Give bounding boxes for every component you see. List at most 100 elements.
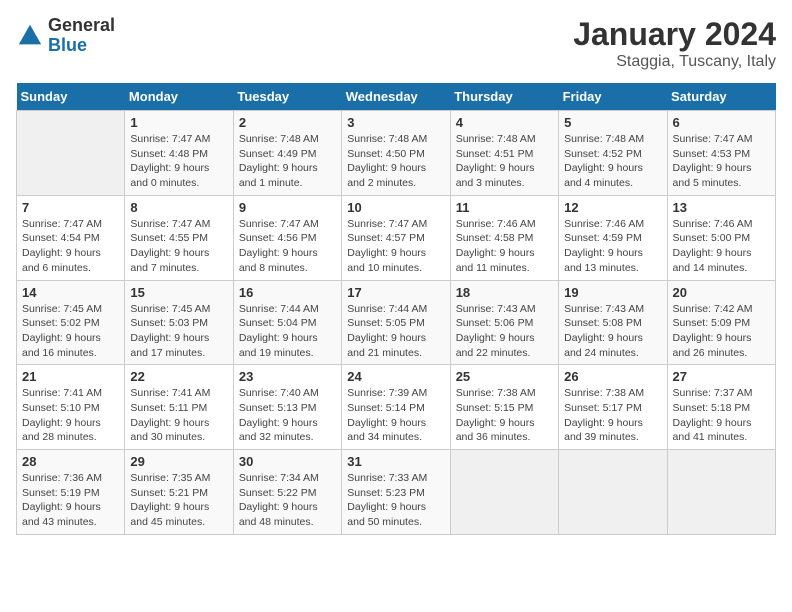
day-info: Sunrise: 7:47 AM Sunset: 4:54 PM Dayligh… bbox=[22, 217, 119, 276]
day-number: 7 bbox=[22, 200, 119, 215]
calendar-cell: 4 Sunrise: 7:48 AM Sunset: 4:51 PM Daylig… bbox=[450, 111, 558, 196]
day-info: Sunrise: 7:48 AM Sunset: 4:52 PM Dayligh… bbox=[564, 132, 661, 191]
logo: General Blue bbox=[16, 16, 115, 56]
day-number: 2 bbox=[239, 115, 336, 130]
calendar-cell: 5 Sunrise: 7:48 AM Sunset: 4:52 PM Daylig… bbox=[559, 111, 667, 196]
calendar-body: 1Sunrise: 7:47 AM Sunset: 4:48 PM Daylig… bbox=[17, 111, 776, 535]
week-row-4: 21Sunrise: 7:41 AM Sunset: 5:10 PM Dayli… bbox=[17, 365, 776, 450]
weekday-saturday: Saturday bbox=[667, 83, 775, 111]
day-number: 12 bbox=[564, 200, 661, 215]
calendar-cell: 22 Sunrise: 7:41 AM Sunset: 5:11 PM Dayli… bbox=[125, 365, 233, 450]
day-info: Sunrise: 7:46 AM Sunset: 5:00 PM Dayligh… bbox=[673, 217, 770, 276]
day-info: Sunrise: 7:39 AM Sunset: 5:14 PM Dayligh… bbox=[347, 386, 444, 445]
day-number: 5 bbox=[564, 115, 661, 130]
day-info: Sunrise: 7:45 AM Sunset: 5:02 PM Dayligh… bbox=[22, 302, 119, 361]
day-info: Sunrise: 7:43 AM Sunset: 5:08 PM Dayligh… bbox=[564, 302, 661, 361]
subtitle: Staggia, Tuscany, Italy bbox=[573, 53, 776, 71]
calendar-cell: 1Sunrise: 7:47 AM Sunset: 4:48 PM Daylig… bbox=[125, 111, 233, 196]
weekday-row: SundayMondayTuesdayWednesdayThursdayFrid… bbox=[17, 83, 776, 111]
day-number: 22 bbox=[130, 369, 227, 384]
calendar-cell: 11Sunrise: 7:46 AM Sunset: 4:58 PM Dayli… bbox=[450, 195, 558, 280]
logo-icon bbox=[16, 22, 44, 50]
calendar-cell: 25Sunrise: 7:38 AM Sunset: 5:15 PM Dayli… bbox=[450, 365, 558, 450]
calendar-cell: 31 Sunrise: 7:33 AM Sunset: 5:23 PM Dayli… bbox=[342, 450, 450, 535]
day-info: Sunrise: 7:35 AM Sunset: 5:21 PM Dayligh… bbox=[130, 471, 227, 530]
day-info: Sunrise: 7:40 AM Sunset: 5:13 PM Dayligh… bbox=[239, 386, 336, 445]
main-title: January 2024 bbox=[573, 16, 776, 53]
calendar-header: SundayMondayTuesdayWednesdayThursdayFrid… bbox=[17, 83, 776, 111]
day-info: Sunrise: 7:44 AM Sunset: 5:05 PM Dayligh… bbox=[347, 302, 444, 361]
calendar-cell: 9Sunrise: 7:47 AM Sunset: 4:56 PM Daylig… bbox=[233, 195, 341, 280]
day-info: Sunrise: 7:43 AM Sunset: 5:06 PM Dayligh… bbox=[456, 302, 553, 361]
day-number: 3 bbox=[347, 115, 444, 130]
weekday-friday: Friday bbox=[559, 83, 667, 111]
day-info: Sunrise: 7:46 AM Sunset: 4:58 PM Dayligh… bbox=[456, 217, 553, 276]
calendar-table: SundayMondayTuesdayWednesdayThursdayFrid… bbox=[16, 83, 776, 535]
day-info: Sunrise: 7:48 AM Sunset: 4:49 PM Dayligh… bbox=[239, 132, 336, 191]
weekday-sunday: Sunday bbox=[17, 83, 125, 111]
calendar-cell: 18 Sunrise: 7:43 AM Sunset: 5:06 PM Dayli… bbox=[450, 280, 558, 365]
day-number: 31 bbox=[347, 454, 444, 469]
week-row-5: 28Sunrise: 7:36 AM Sunset: 5:19 PM Dayli… bbox=[17, 450, 776, 535]
day-number: 29 bbox=[130, 454, 227, 469]
day-number: 14 bbox=[22, 285, 119, 300]
day-number: 28 bbox=[22, 454, 119, 469]
day-number: 10 bbox=[347, 200, 444, 215]
calendar-cell: 13 Sunrise: 7:46 AM Sunset: 5:00 PM Dayli… bbox=[667, 195, 775, 280]
day-number: 23 bbox=[239, 369, 336, 384]
calendar-cell: 10 Sunrise: 7:47 AM Sunset: 4:57 PM Dayli… bbox=[342, 195, 450, 280]
week-row-1: 1Sunrise: 7:47 AM Sunset: 4:48 PM Daylig… bbox=[17, 111, 776, 196]
day-info: Sunrise: 7:48 AM Sunset: 4:50 PM Dayligh… bbox=[347, 132, 444, 191]
day-info: Sunrise: 7:48 AM Sunset: 4:51 PM Dayligh… bbox=[456, 132, 553, 191]
day-number: 6 bbox=[673, 115, 770, 130]
day-info: Sunrise: 7:47 AM Sunset: 4:57 PM Dayligh… bbox=[347, 217, 444, 276]
weekday-tuesday: Tuesday bbox=[233, 83, 341, 111]
calendar-cell: 20Sunrise: 7:42 AM Sunset: 5:09 PM Dayli… bbox=[667, 280, 775, 365]
day-number: 15 bbox=[130, 285, 227, 300]
calendar-cell: 28Sunrise: 7:36 AM Sunset: 5:19 PM Dayli… bbox=[17, 450, 125, 535]
day-number: 16 bbox=[239, 285, 336, 300]
day-number: 17 bbox=[347, 285, 444, 300]
day-number: 25 bbox=[456, 369, 553, 384]
calendar-cell: 2 Sunrise: 7:48 AM Sunset: 4:49 PM Daylig… bbox=[233, 111, 341, 196]
day-info: Sunrise: 7:44 AM Sunset: 5:04 PM Dayligh… bbox=[239, 302, 336, 361]
calendar-cell bbox=[450, 450, 558, 535]
calendar-cell: 8Sunrise: 7:47 AM Sunset: 4:55 PM Daylig… bbox=[125, 195, 233, 280]
calendar-cell: 29 Sunrise: 7:35 AM Sunset: 5:21 PM Dayli… bbox=[125, 450, 233, 535]
calendar-cell: 6Sunrise: 7:47 AM Sunset: 4:53 PM Daylig… bbox=[667, 111, 775, 196]
week-row-2: 7 Sunrise: 7:47 AM Sunset: 4:54 PM Daylig… bbox=[17, 195, 776, 280]
calendar-cell bbox=[17, 111, 125, 196]
calendar-cell bbox=[667, 450, 775, 535]
calendar-cell: 21Sunrise: 7:41 AM Sunset: 5:10 PM Dayli… bbox=[17, 365, 125, 450]
day-info: Sunrise: 7:41 AM Sunset: 5:11 PM Dayligh… bbox=[130, 386, 227, 445]
day-number: 18 bbox=[456, 285, 553, 300]
calendar-cell: 26Sunrise: 7:38 AM Sunset: 5:17 PM Dayli… bbox=[559, 365, 667, 450]
day-number: 24 bbox=[347, 369, 444, 384]
day-number: 4 bbox=[456, 115, 553, 130]
weekday-monday: Monday bbox=[125, 83, 233, 111]
day-info: Sunrise: 7:47 AM Sunset: 4:56 PM Dayligh… bbox=[239, 217, 336, 276]
day-info: Sunrise: 7:42 AM Sunset: 5:09 PM Dayligh… bbox=[673, 302, 770, 361]
calendar-cell: 24 Sunrise: 7:39 AM Sunset: 5:14 PM Dayli… bbox=[342, 365, 450, 450]
page-header: General Blue January 2024 Staggia, Tusca… bbox=[16, 16, 776, 71]
title-section: January 2024 Staggia, Tuscany, Italy bbox=[573, 16, 776, 71]
day-number: 8 bbox=[130, 200, 227, 215]
week-row-3: 14 Sunrise: 7:45 AM Sunset: 5:02 PM Dayli… bbox=[17, 280, 776, 365]
weekday-wednesday: Wednesday bbox=[342, 83, 450, 111]
day-number: 21 bbox=[22, 369, 119, 384]
day-info: Sunrise: 7:37 AM Sunset: 5:18 PM Dayligh… bbox=[673, 386, 770, 445]
calendar-cell: 3 Sunrise: 7:48 AM Sunset: 4:50 PM Daylig… bbox=[342, 111, 450, 196]
day-number: 27 bbox=[673, 369, 770, 384]
weekday-thursday: Thursday bbox=[450, 83, 558, 111]
calendar-cell bbox=[559, 450, 667, 535]
logo-blue: Blue bbox=[48, 36, 115, 56]
calendar-cell: 7 Sunrise: 7:47 AM Sunset: 4:54 PM Daylig… bbox=[17, 195, 125, 280]
calendar-cell: 17 Sunrise: 7:44 AM Sunset: 5:05 PM Dayli… bbox=[342, 280, 450, 365]
day-info: Sunrise: 7:38 AM Sunset: 5:17 PM Dayligh… bbox=[564, 386, 661, 445]
day-info: Sunrise: 7:33 AM Sunset: 5:23 PM Dayligh… bbox=[347, 471, 444, 530]
day-number: 30 bbox=[239, 454, 336, 469]
calendar-cell: 16 Sunrise: 7:44 AM Sunset: 5:04 PM Dayli… bbox=[233, 280, 341, 365]
day-number: 13 bbox=[673, 200, 770, 215]
day-info: Sunrise: 7:46 AM Sunset: 4:59 PM Dayligh… bbox=[564, 217, 661, 276]
calendar-cell: 15Sunrise: 7:45 AM Sunset: 5:03 PM Dayli… bbox=[125, 280, 233, 365]
